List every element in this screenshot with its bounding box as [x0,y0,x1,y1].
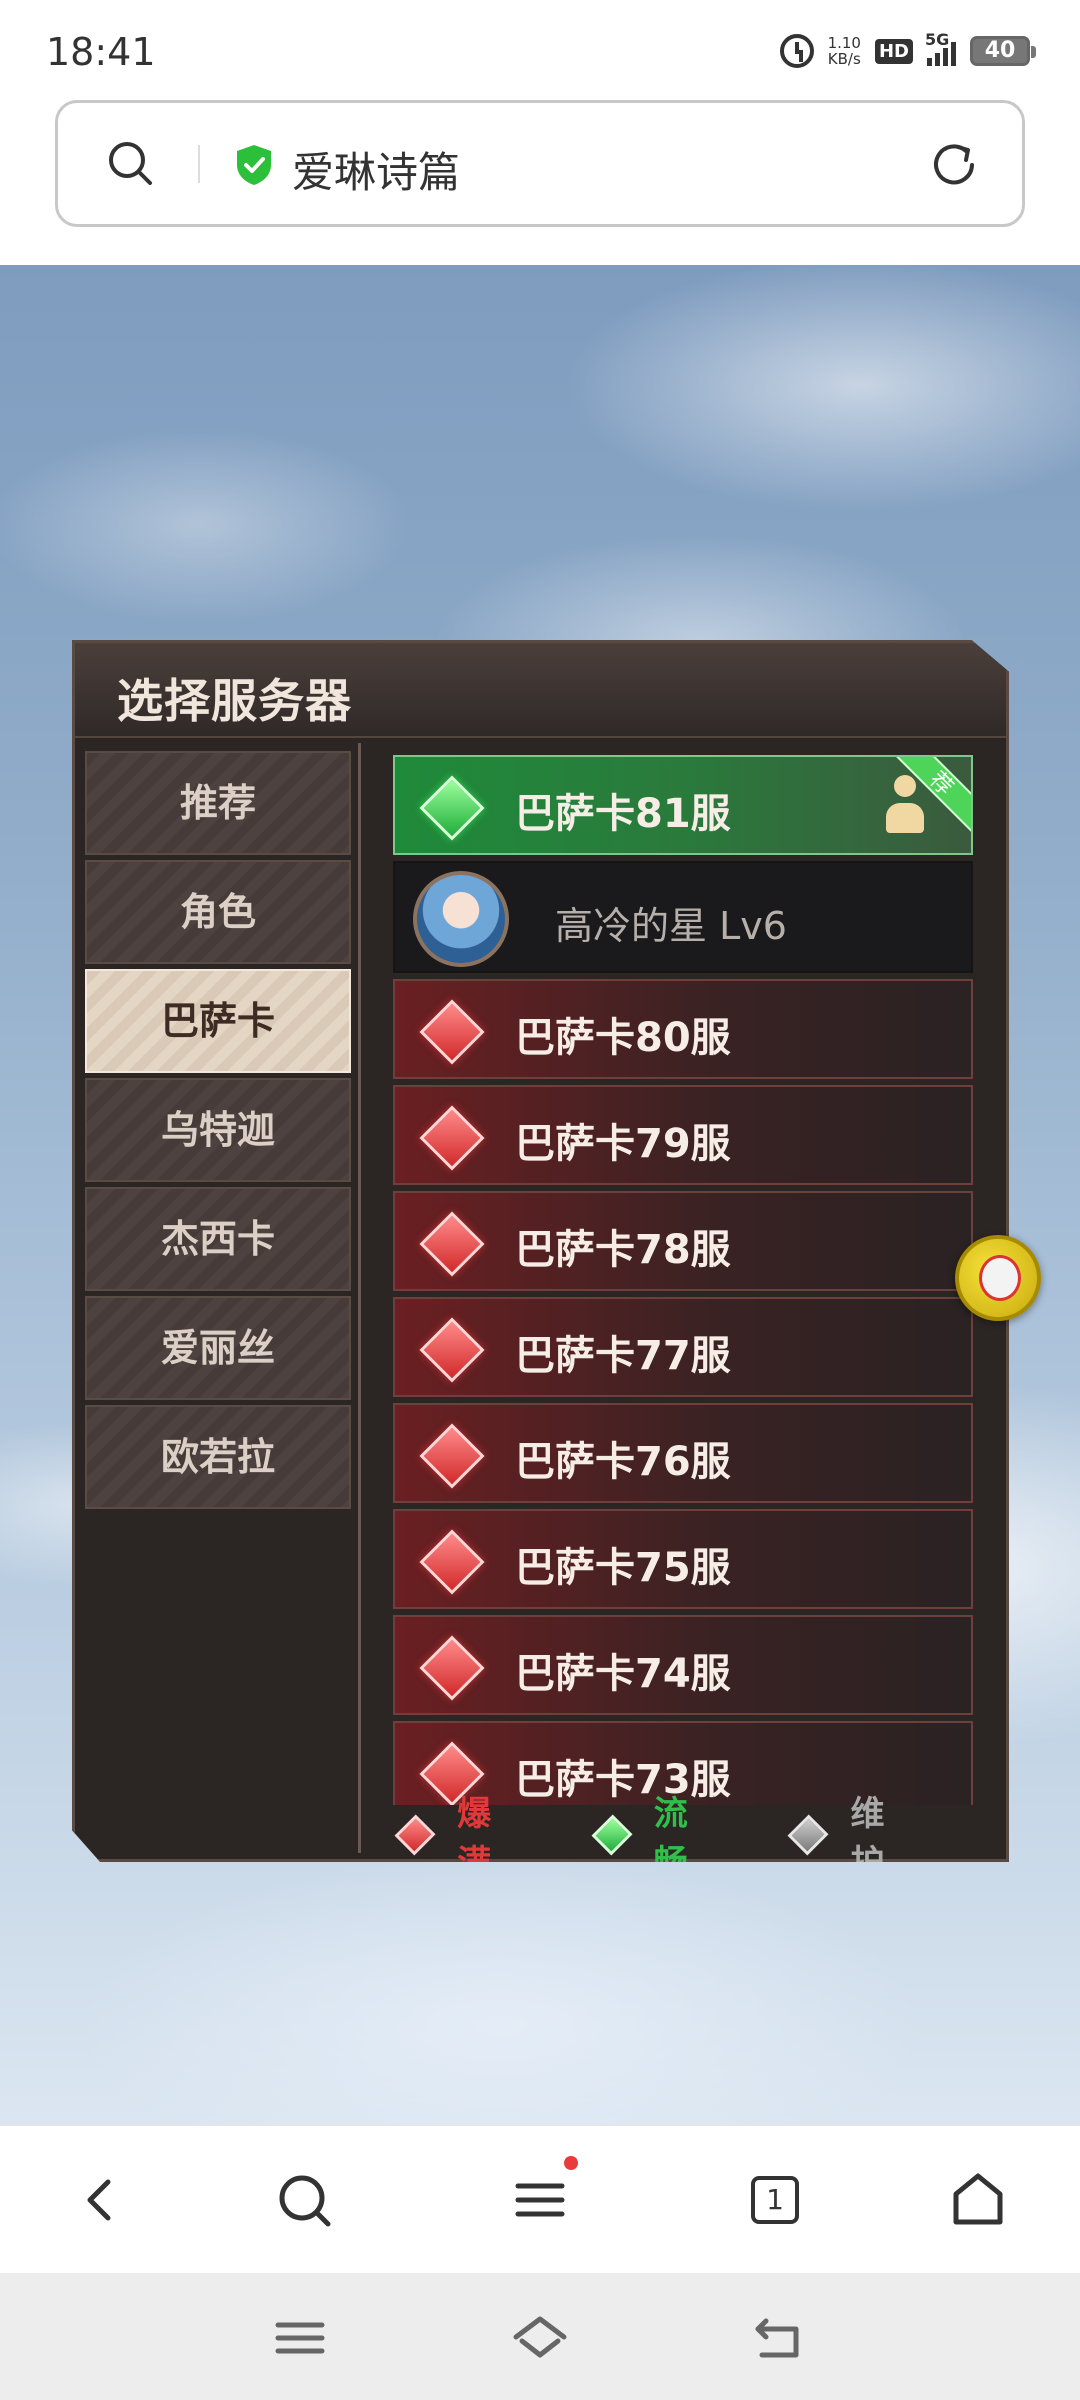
signal-icon: 5G [925,30,956,66]
recommend-label: 荐 [893,757,971,832]
menu-icon[interactable] [270,2313,330,2363]
home-icon[interactable] [510,2313,570,2363]
server-row[interactable]: 巴萨卡77服 [393,1297,973,1397]
tabs-button[interactable]: 1 [745,2168,809,2232]
panel-title: 选择服务器 [117,674,352,728]
hd-icon: HD [874,38,913,64]
server-row[interactable]: 巴萨卡74服 [393,1615,973,1715]
status-icons: 1.10 KB/s HD 5G 40 [779,30,1036,68]
tab-recommended[interactable]: 推荐 [85,751,351,855]
server-select-panel: 选择服务器 推荐 角色 巴萨卡 乌特迦 杰西卡 爱丽丝 欧若拉 巴萨卡81服 荐… [72,640,1009,1862]
back-icon[interactable] [70,2168,134,2232]
signal-bar [935,53,940,66]
server-name: 巴萨卡77服 [515,1333,731,1379]
alarm-icon [779,34,814,68]
server-list[interactable]: 巴萨卡81服 荐 高冷的星 Lv6 巴萨卡80服 巴萨卡79服 巴萨卡78服 巴… [393,755,973,1805]
status-full-icon [419,1317,485,1383]
region-tabs: 推荐 角色 巴萨卡 乌特迦 杰西卡 爱丽丝 欧若拉 [85,751,351,1514]
server-name: 巴萨卡76服 [515,1439,731,1485]
net-speed-value: 1.10 [827,34,861,52]
status-full-icon [419,999,485,1065]
menu-icon [515,2183,565,2217]
recommend-ribbon: 荐 [893,757,971,835]
status-full-icon [419,1635,485,1701]
net-speed-unit: KB/s [827,50,861,68]
tab-basaka[interactable]: 巴萨卡 [85,969,351,1073]
server-name: 巴萨卡74服 [515,1651,731,1697]
status-full-icon [419,1529,485,1595]
server-row-recommended[interactable]: 巴萨卡81服 荐 [393,755,973,855]
page-title[interactable]: 爱琳诗篇 [292,139,460,200]
status-full-icon [419,1105,485,1171]
legend-label: 维护 [850,1794,885,1883]
net-speed: 1.10 KB/s [828,35,861,67]
signal-label: 5G [925,30,950,49]
status-full-icon [419,1211,485,1277]
floating-assistant-icon[interactable] [955,1235,1041,1321]
server-row[interactable]: 巴萨卡75服 [393,1509,973,1609]
status-full-icon [419,1423,485,1489]
battery-icon: 40 [970,36,1036,66]
status-smooth-icon [419,775,485,841]
signal-bar [927,58,932,66]
server-row[interactable]: 巴萨卡76服 [393,1403,973,1503]
legend-label: 爆满 [457,1794,492,1883]
search-icon[interactable] [106,139,154,187]
panel-header: 选择服务器 [75,643,1006,738]
search-icon[interactable] [272,2168,336,2232]
status-time: 18:41 [46,30,156,74]
notification-dot [564,2156,578,2170]
status-smooth-icon [591,1814,633,1856]
server-name: 巴萨卡79服 [515,1121,731,1167]
tab-character[interactable]: 角色 [85,860,351,964]
address-divider [198,145,200,183]
shield-check-icon [237,145,271,185]
refresh-icon[interactable] [928,139,980,191]
server-name: 巴萨卡75服 [515,1545,731,1591]
character-name: 高冷的星 Lv6 [555,904,787,948]
tab-aurora[interactable]: 欧若拉 [85,1405,351,1509]
legend-full: 爆满 [393,1786,520,1883]
address-area: 爱琳诗篇 [0,100,1080,265]
legend-smooth: 流畅 [590,1786,717,1883]
menu-button[interactable] [508,2156,578,2232]
divider [358,743,361,1853]
status-maintenance-icon [787,1814,829,1856]
back-icon[interactable] [750,2313,810,2363]
tab-alice[interactable]: 爱丽丝 [85,1296,351,1400]
server-name: 巴萨卡81服 [515,791,731,837]
status-legend: 爆满 流畅 维护 [393,1794,983,1862]
legend-label: 流畅 [653,1794,688,1883]
server-row[interactable]: 巴萨卡80服 [393,979,973,1079]
server-row[interactable]: 巴萨卡78服 [393,1191,973,1291]
signal-bar [951,42,956,66]
system-nav-bar [0,2273,1080,2400]
server-name: 巴萨卡80服 [515,1015,731,1061]
legend-maintenance: 维护 [786,1786,913,1883]
server-name: 巴萨卡78服 [515,1227,731,1273]
address-bar[interactable]: 爱琳诗篇 [55,100,1025,227]
browser-toolbar: 1 [0,2125,1080,2273]
avatar [413,871,509,967]
status-full-icon [394,1814,436,1856]
status-bar: 18:41 1.10 KB/s HD 5G 40 [0,0,1080,100]
character-row[interactable]: 高冷的星 Lv6 [393,861,973,973]
game-canvas[interactable]: 选择服务器 推荐 角色 巴萨卡 乌特迦 杰西卡 爱丽丝 欧若拉 巴萨卡81服 荐… [0,265,1080,2125]
tabs-icon: 1 [751,2176,799,2224]
server-row[interactable]: 巴萨卡79服 [393,1085,973,1185]
tab-utgard[interactable]: 乌特迦 [85,1078,351,1182]
tab-jessica[interactable]: 杰西卡 [85,1187,351,1291]
signal-bar [943,48,948,66]
home-icon[interactable] [946,2168,1010,2232]
